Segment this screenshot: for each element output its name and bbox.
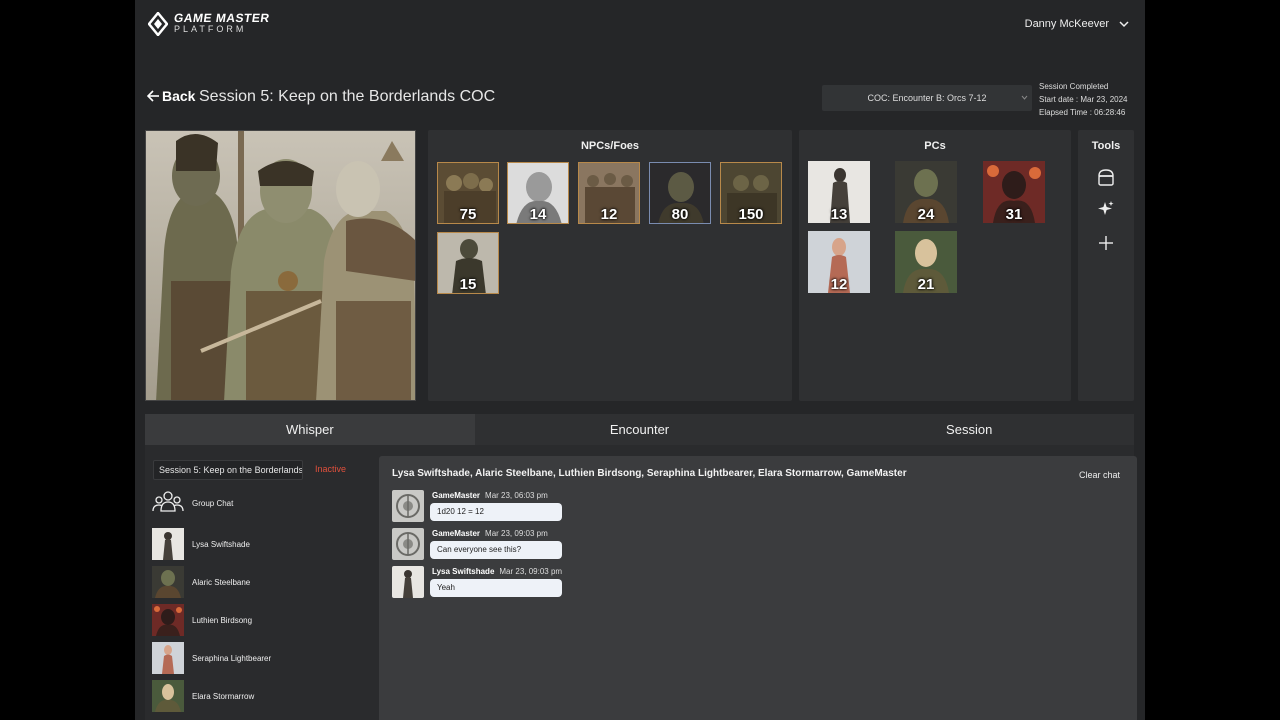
avatar (152, 642, 184, 674)
tab-whisper[interactable]: Whisper (145, 414, 475, 445)
user-name: Danny McKeever (1024, 18, 1109, 30)
message-bubble: Yeah (430, 579, 562, 597)
contact-name: Lysa Swiftshade (192, 539, 250, 549)
message-author: Lysa Swiftshade (432, 567, 495, 576)
pc-tile[interactable]: 13 (808, 161, 870, 223)
pc-tile[interactable]: 21 (895, 231, 957, 293)
message-author: GameMaster (432, 491, 481, 500)
session-status: Session Completed Start date : Mar 23, 2… (1039, 80, 1128, 119)
avatar (152, 528, 184, 560)
chat-panel: Lysa Swiftshade, Alaric Steelbane, Luthi… (379, 456, 1137, 720)
pc-value: 12 (830, 276, 848, 293)
contact-elara[interactable]: Elara Stormarrow (152, 680, 254, 712)
contact-name: Group Chat (192, 498, 234, 508)
npc-value: 80 (671, 206, 689, 223)
user-menu[interactable]: Danny McKeever (1025, 18, 1129, 30)
tab-encounter[interactable]: Encounter (475, 414, 805, 445)
chevron-down-icon (1119, 21, 1129, 28)
pc-value: 31 (1005, 206, 1023, 223)
tab-bar: Whisper Encounter Session (145, 414, 1134, 445)
gamemaster-avatar (392, 490, 424, 522)
npc-value: 75 (459, 206, 477, 223)
encounter-portrait (145, 130, 416, 401)
contact-luthien[interactable]: Luthien Birdsong (152, 604, 252, 636)
contact-lysa[interactable]: Lysa Swiftshade (152, 528, 250, 560)
contact-name: Elara Stormarrow (192, 691, 255, 701)
message-time: Mar 23, 09:03 pm (499, 567, 563, 576)
page-title: Session 5: Keep on the Borderlands COC (199, 88, 496, 105)
clear-chat-button[interactable]: Clear chat (1079, 470, 1120, 480)
avatar (152, 680, 184, 712)
tab-session[interactable]: Session (804, 414, 1134, 445)
pc-value: 24 (917, 206, 935, 223)
whisper-area: Session 5: Keep on the Borderlands COC I… (145, 445, 1137, 720)
message-time: Mar 23, 06:03 pm (485, 491, 548, 500)
npc-tile[interactable]: 14 (507, 162, 569, 224)
message-bubble: Can everyone see this? (430, 541, 562, 559)
gamemaster-avatar (392, 528, 424, 560)
logo-title: GAME MASTER (173, 11, 271, 25)
start-date: Start date : Mar 23, 2024 (1039, 95, 1128, 104)
message-time: Mar 23, 09:03 pm (485, 529, 548, 538)
contact-name: Alaric Steelbane (192, 577, 251, 587)
conversation-field[interactable]: Session 5: Keep on the Borderlands COC (153, 460, 303, 480)
pc-value: 13 (830, 206, 848, 223)
lysa-avatar (392, 566, 424, 598)
encounter-select-value: COC: Encounter B: Orcs 7-12 (867, 93, 987, 103)
npc-value: 14 (529, 206, 547, 223)
npc-value: 150 (738, 206, 764, 223)
tools-panel: Tools (1078, 130, 1134, 401)
orc-group-illustration (146, 131, 415, 400)
logo-subtitle: PLATFORM (174, 24, 247, 34)
logo-mark-icon (148, 12, 168, 36)
npc-tile[interactable]: 80 (649, 162, 711, 224)
contact-seraphina[interactable]: Seraphina Lightbearer (152, 642, 271, 674)
pc-panel: PCs 13 24 31 12 21 (799, 130, 1071, 401)
contact-alaric[interactable]: Alaric Steelbane (152, 566, 250, 598)
avatar (152, 604, 184, 636)
arrow-left-icon (147, 90, 159, 102)
sparkle-icon[interactable] (1095, 198, 1117, 220)
status-text: Session Completed (1039, 82, 1109, 91)
message-author: GameMaster (432, 529, 481, 538)
npc-tile[interactable]: 12 (578, 162, 640, 224)
npc-tile[interactable]: 15 (437, 232, 499, 294)
pc-tile[interactable]: 12 (808, 231, 870, 293)
contact-name: Seraphina Lightbearer (192, 653, 272, 663)
plus-icon[interactable] (1095, 232, 1117, 254)
pc-tile[interactable]: 31 (983, 161, 1045, 223)
back-label: Back (162, 88, 196, 104)
contact-group-chat[interactable]: Group Chat (152, 487, 233, 519)
npc-panel-title: NPCs/Foes (580, 140, 640, 152)
chat-participants: Lysa Swiftshade, Alaric Steelbane, Luthi… (392, 468, 907, 479)
encounter-select[interactable]: COC: Encounter B: Orcs 7-12 (822, 85, 1032, 111)
logo[interactable]: GAME MASTER PLATFORM (148, 11, 271, 36)
npc-value: 12 (600, 206, 618, 223)
npc-panel: NPCs/Foes 75 14 12 80 150 15 (428, 130, 792, 401)
chevron-down-icon (1021, 95, 1028, 100)
message-bubble: 1d20 12 = 12 (430, 503, 562, 521)
back-button[interactable]: Back (147, 88, 195, 104)
npc-tile[interactable]: 150 (720, 162, 782, 224)
treasure-icon[interactable] (1095, 166, 1117, 188)
avatar (152, 566, 184, 598)
group-icon (152, 487, 184, 519)
pc-panel-title: PCs (924, 140, 946, 152)
status-badge: Inactive (315, 464, 347, 474)
npc-tile[interactable]: 75 (437, 162, 499, 224)
tools-panel-title: Tools (1091, 140, 1121, 152)
contact-name: Luthien Birdsong (192, 615, 253, 625)
elapsed-time: Elapsed Time : 06:28:46 (1039, 108, 1126, 117)
app-window: GAME MASTER PLATFORM Danny McKeever Back… (135, 0, 1145, 720)
pc-tile[interactable]: 24 (895, 161, 957, 223)
pc-value: 21 (917, 276, 935, 293)
npc-value: 15 (459, 276, 477, 293)
